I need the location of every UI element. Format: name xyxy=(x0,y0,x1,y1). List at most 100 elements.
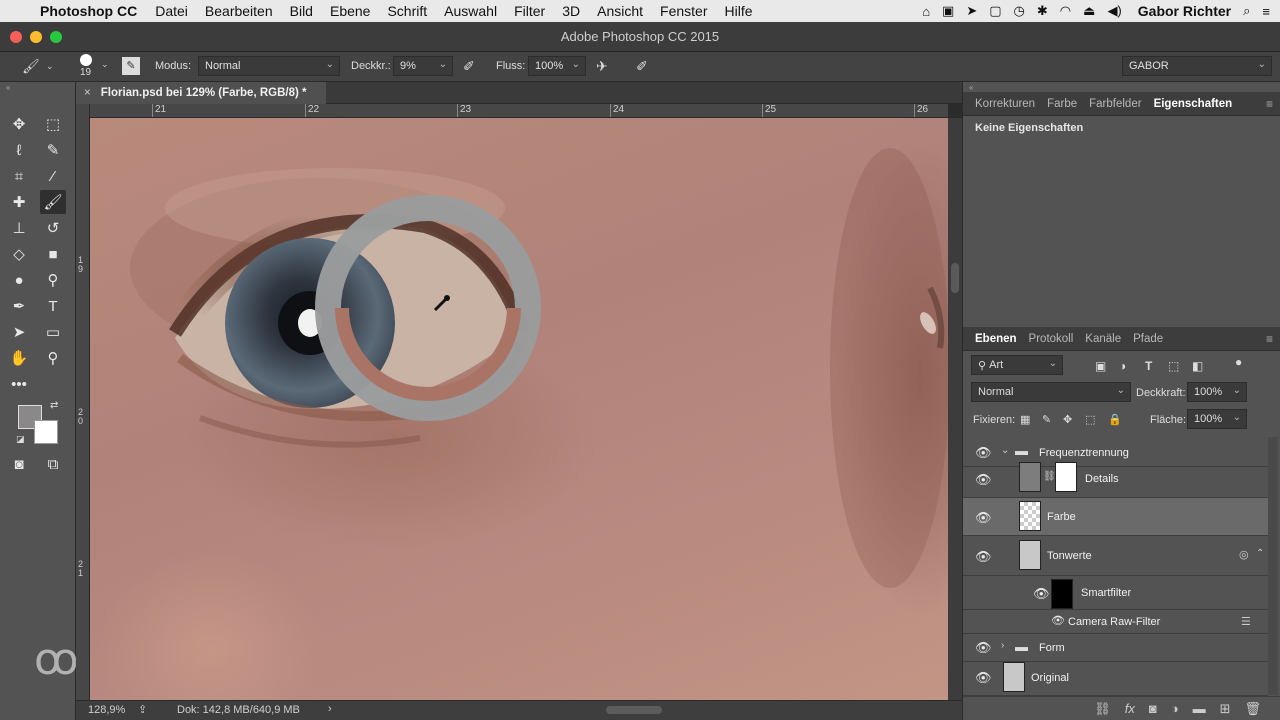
healing-brush-tool-icon[interactable]: ✚ xyxy=(6,190,32,214)
mode-dropdown[interactable]: Normal ⌄ xyxy=(198,56,340,76)
layer-row-farbe[interactable]: 👁 Farbe xyxy=(963,498,1268,536)
filter-adjustment-icon[interactable]: ◑ xyxy=(1119,359,1126,373)
spotlight-icon[interactable]: ⌕ xyxy=(1243,3,1250,19)
new-layer-icon[interactable]: ⊞ xyxy=(1220,701,1231,717)
close-tab-icon[interactable]: × xyxy=(84,87,91,99)
menu-hilfe[interactable]: Hilfe xyxy=(725,3,753,19)
history-brush-tool-icon[interactable]: ↺ xyxy=(40,216,66,240)
clone-stamp-tool-icon[interactable]: ⊥ xyxy=(6,216,32,240)
layer-row-details[interactable]: 👁 ⛓ Details xyxy=(963,458,1268,498)
eye-icon[interactable]: 👁 xyxy=(975,510,992,526)
layer-row-form[interactable]: 👁 › ▬ Form xyxy=(963,634,1268,662)
hand-tool-icon[interactable]: ✋ xyxy=(6,346,32,370)
document-tab[interactable]: × Florian.psd bei 129% (Farbe, RGB/8) * xyxy=(76,82,326,104)
link-layers-icon[interactable]: ⛓ xyxy=(1094,701,1111,717)
pen-tool-icon[interactable]: ✒ xyxy=(6,294,32,318)
app-menu[interactable]: Photoshop CC xyxy=(40,3,137,19)
tab-eigenschaften[interactable]: Eigenschaften xyxy=(1154,98,1233,110)
filter-pixel-icon[interactable]: ▣ xyxy=(1095,359,1106,373)
gradient-tool-icon[interactable]: ■ xyxy=(40,242,66,266)
chevron-right-icon[interactable]: › xyxy=(1001,640,1004,651)
menu-filter[interactable]: Filter xyxy=(514,3,545,19)
marquee-tool-icon[interactable]: ⬚ xyxy=(40,112,66,136)
bluetooth-icon[interactable]: ✱ xyxy=(1037,3,1048,19)
layer-row-tonwerte[interactable]: 👁 Tonwerte ◎ ⌃ xyxy=(963,536,1268,576)
quick-mask-icon[interactable]: ◙ xyxy=(6,452,32,476)
blur-tool-icon[interactable]: ● xyxy=(6,268,32,292)
collapse-panel-icon[interactable]: « xyxy=(969,83,973,92)
eject-icon[interactable]: ⏏ xyxy=(1083,3,1095,19)
lock-position-icon[interactable]: ✥ xyxy=(1063,413,1072,426)
tab-kanaele[interactable]: Kanäle xyxy=(1085,333,1121,345)
menu-ansicht[interactable]: Ansicht xyxy=(597,3,643,19)
layers-scrollbar[interactable] xyxy=(1268,437,1278,695)
pressure-opacity-icon[interactable]: ✐ xyxy=(463,58,475,75)
wifi-icon[interactable]: ◠ xyxy=(1060,3,1071,19)
eye-icon[interactable]: 👁 xyxy=(975,472,992,488)
menu-auswahl[interactable]: Auswahl xyxy=(444,3,497,19)
collapse-panel-icon[interactable]: « xyxy=(6,83,10,92)
eyedropper-tool-icon[interactable]: ⁄ xyxy=(40,164,66,188)
layer-row-smartfilter[interactable]: 👁 Smartfilter xyxy=(963,576,1268,610)
filter-type-icon[interactable]: T xyxy=(1145,359,1152,373)
menu-3d[interactable]: 3D xyxy=(562,3,580,19)
menu-bearbeiten[interactable]: Bearbeiten xyxy=(205,3,273,19)
new-group-icon[interactable]: ▬ xyxy=(1193,701,1206,716)
zoom-tool-icon[interactable]: ⚲ xyxy=(40,346,66,370)
menu-fenster[interactable]: Fenster xyxy=(660,3,707,19)
layer-row-camera-raw-filter[interactable]: 👁 Camera Raw-Filter ☰ xyxy=(963,610,1268,634)
tab-farbfelder[interactable]: Farbfelder xyxy=(1089,98,1141,110)
lock-transparency-icon[interactable]: ▦ xyxy=(1020,413,1030,426)
layer-style-icon[interactable]: fx xyxy=(1125,701,1135,716)
opacity-dropdown[interactable]: 9% ⌄ xyxy=(393,56,453,76)
home-icon[interactable]: ⌂ xyxy=(922,4,930,19)
trash-icon[interactable]: 🗑 xyxy=(1244,701,1261,717)
chevron-down-icon[interactable]: ⌄ xyxy=(1001,445,1009,456)
brush-preview-icon[interactable] xyxy=(80,54,92,66)
tab-protokoll[interactable]: Protokoll xyxy=(1029,333,1074,345)
tool-preset-chevron-icon[interactable]: ⌄ xyxy=(46,61,54,72)
panel-menu-icon[interactable]: ≡ xyxy=(1266,332,1273,346)
layer-row-original[interactable]: 👁 Original xyxy=(963,660,1268,696)
smart-filter-icon[interactable]: ◎ xyxy=(1239,548,1249,561)
move-tool-icon[interactable]: ✥ xyxy=(6,112,32,136)
horizontal-scroll-thumb[interactable] xyxy=(606,706,662,714)
pressure-size-icon[interactable]: ✐ xyxy=(636,58,648,75)
eraser-tool-icon[interactable]: ◇ xyxy=(6,242,32,266)
user-name[interactable]: Gabor Richter xyxy=(1138,3,1231,19)
fill-dropdown[interactable]: 100% ⌄ xyxy=(1187,409,1247,429)
zoom-level[interactable]: 128,9% xyxy=(88,704,125,716)
tab-ebenen[interactable]: Ebenen xyxy=(975,333,1017,345)
eye-icon[interactable]: 👁 xyxy=(975,640,992,656)
brush-picker-chevron-icon[interactable]: ⌄ xyxy=(101,59,109,70)
default-colors-icon[interactable]: ◪ xyxy=(16,434,25,445)
layer-mask-thumbnail[interactable] xyxy=(1055,462,1077,492)
swap-colors-icon[interactable]: ⇄ xyxy=(50,400,58,411)
brush-tool-icon[interactable]: 🖌 xyxy=(40,190,66,214)
filter-options-icon[interactable]: ☰ xyxy=(1241,615,1251,628)
tab-farbe[interactable]: Farbe xyxy=(1047,98,1077,110)
layer-filter-dropdown[interactable]: ⚲ Art ⌄ xyxy=(971,355,1063,375)
tab-korrekturen[interactable]: Korrekturen xyxy=(975,98,1035,110)
export-icon[interactable]: ⇪ xyxy=(138,703,147,716)
filter-shape-icon[interactable]: ⬚ xyxy=(1168,359,1179,373)
volume-icon[interactable]: ◀) xyxy=(1107,3,1121,19)
workspace-dropdown[interactable]: GABOR ⌄ xyxy=(1122,56,1272,76)
brush-tool-icon[interactable]: 🖌 xyxy=(22,58,40,75)
airbrush-icon[interactable]: ✈ xyxy=(596,58,608,75)
panel-menu-icon[interactable]: ≡ xyxy=(1266,97,1273,111)
brush-panel-icon[interactable]: ✎ xyxy=(122,57,140,75)
display-icon[interactable]: ▣ xyxy=(942,3,954,19)
screen-mode-icon[interactable]: ⧉ xyxy=(40,452,66,476)
eye-icon[interactable]: 👁 xyxy=(1033,586,1050,602)
eye-icon[interactable]: 👁 xyxy=(975,670,992,686)
dodge-tool-icon[interactable]: ⚲ xyxy=(40,268,66,292)
flow-dropdown[interactable]: 100% ⌄ xyxy=(528,56,586,76)
adjustment-layer-icon[interactable]: ◑ xyxy=(1171,701,1179,716)
chevron-right-icon[interactable]: › xyxy=(328,703,332,715)
list-icon[interactable]: ≡ xyxy=(1262,4,1270,19)
eye-icon[interactable]: 👁 xyxy=(975,549,992,565)
menu-schrift[interactable]: Schrift xyxy=(387,3,427,19)
tab-pfade[interactable]: Pfade xyxy=(1133,333,1163,345)
crop-tool-icon[interactable]: ⌗ xyxy=(6,164,32,188)
